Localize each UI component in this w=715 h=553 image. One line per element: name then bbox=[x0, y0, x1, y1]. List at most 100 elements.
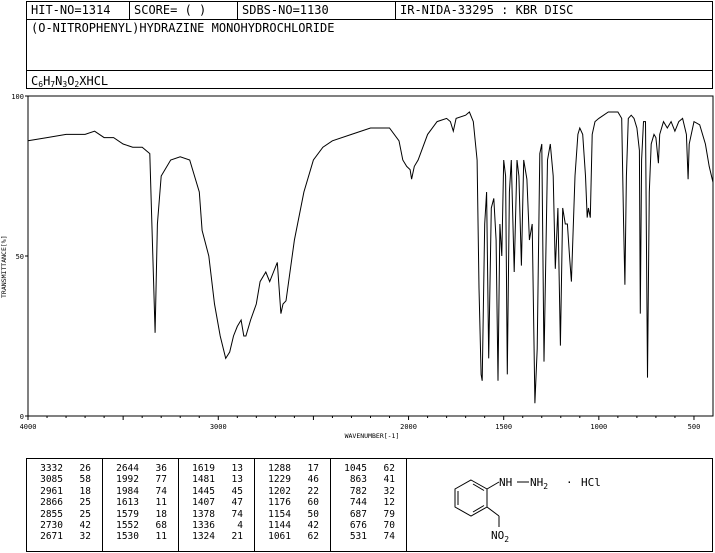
peak-row: 531 74 bbox=[339, 531, 402, 542]
peak-wavenumber: 1481 bbox=[192, 474, 215, 486]
peak-row: 2644 36 bbox=[111, 463, 174, 474]
peak-transmittance: 62 bbox=[307, 531, 319, 543]
x-tick-label: 3000 bbox=[210, 423, 227, 431]
x-tick-label: 1000 bbox=[590, 423, 607, 431]
hcl-label: HCl bbox=[581, 476, 601, 489]
peak-row: 1613 11 bbox=[111, 497, 174, 508]
peak-transmittance: 18 bbox=[155, 508, 167, 520]
peak-wavenumber: 863 bbox=[349, 474, 367, 486]
peak-row: 1445 45 bbox=[187, 486, 250, 497]
peak-row: 1229 46 bbox=[263, 474, 326, 485]
peak-transmittance: 79 bbox=[383, 508, 395, 520]
peak-wavenumber: 1378 bbox=[192, 508, 215, 520]
peak-wavenumber: 1992 bbox=[116, 474, 139, 486]
peak-wavenumber: 2855 bbox=[40, 508, 63, 520]
peak-wavenumber: 676 bbox=[349, 520, 367, 532]
peak-transmittance: 42 bbox=[307, 520, 319, 532]
peak-transmittance: 25 bbox=[79, 497, 91, 509]
chemical-structure: NH NH2 · HCl NO2 bbox=[454, 476, 601, 544]
nh2-label: NH2 bbox=[530, 476, 548, 491]
peak-wavenumber: 1176 bbox=[268, 497, 291, 509]
peak-wavenumber: 1445 bbox=[192, 485, 215, 497]
peak-row: 1552 68 bbox=[111, 520, 174, 531]
peak-wavenumber: 1984 bbox=[116, 485, 139, 497]
peak-row: 2671 32 bbox=[35, 531, 98, 542]
peak-row: 2961 18 bbox=[35, 486, 98, 497]
peak-wavenumber: 687 bbox=[349, 508, 367, 520]
peak-row: 1288 17 bbox=[263, 463, 326, 474]
peak-wavenumber: 744 bbox=[349, 497, 367, 509]
no2-bond bbox=[486, 506, 500, 517]
y-axis-ticks: 0 50 100 bbox=[11, 93, 28, 421]
peak-row: 2866 25 bbox=[35, 497, 98, 508]
x-tick-label: 4000 bbox=[20, 423, 37, 431]
peak-transmittance: 11 bbox=[155, 497, 167, 509]
peak-row: 676 70 bbox=[339, 520, 402, 531]
score: SCORE= ( ) bbox=[129, 2, 237, 19]
dot-separator: · bbox=[566, 476, 573, 489]
sdbs-number: SDBS-NO=1130 bbox=[237, 2, 395, 19]
peak-wavenumber: 782 bbox=[349, 485, 367, 497]
peak-row: 1530 11 bbox=[111, 531, 174, 542]
ir-nida-id: IR-NIDA-33295 : KBR DISC bbox=[395, 2, 712, 19]
peak-row: 1619 13 bbox=[187, 463, 250, 474]
peak-wavenumber: 1202 bbox=[268, 485, 291, 497]
peak-transmittance: 46 bbox=[307, 474, 319, 486]
peak-transmittance: 74 bbox=[231, 508, 243, 520]
peak-transmittance: 68 bbox=[155, 520, 167, 532]
peak-transmittance: 74 bbox=[155, 485, 167, 497]
peak-column: 2644 36 1992 77 1984 74 1613 11 1579 18 1552 68 1530… bbox=[103, 459, 179, 551]
peak-transmittance: 60 bbox=[307, 497, 319, 509]
peak-wavenumber: 2671 bbox=[40, 531, 63, 543]
y-tick-label: 50 bbox=[16, 253, 24, 261]
peak-transmittance: 47 bbox=[231, 497, 243, 509]
peak-row: 1407 47 bbox=[187, 497, 250, 508]
peak-transmittance: 32 bbox=[79, 531, 91, 543]
peak-wavenumber: 3332 bbox=[40, 463, 63, 474]
peak-wavenumber: 1579 bbox=[116, 508, 139, 520]
peak-row: 3332 26 bbox=[35, 463, 98, 474]
peak-column: 1288 17 1229 46 1202 22 1176 60 1154 50 1144 42 1061… bbox=[255, 459, 331, 551]
peak-wavenumber: 1061 bbox=[268, 531, 291, 543]
peak-row: 744 12 bbox=[339, 497, 402, 508]
peak-row: 1061 62 bbox=[263, 531, 326, 542]
peak-transmittance: 36 bbox=[155, 463, 167, 474]
x-axis-label: WAVENUMBER[-1] bbox=[345, 432, 400, 440]
peak-transmittance: 26 bbox=[79, 463, 91, 474]
peak-row: 1992 77 bbox=[111, 474, 174, 485]
peak-transmittance: 50 bbox=[307, 508, 319, 520]
peak-transmittance: 42 bbox=[79, 520, 91, 532]
x-tick-label: 1500 bbox=[495, 423, 512, 431]
peak-wavenumber: 2730 bbox=[40, 520, 63, 532]
peak-wavenumber: 1407 bbox=[192, 497, 215, 509]
peak-wavenumber: 1552 bbox=[116, 520, 139, 532]
peak-wavenumber: 3085 bbox=[40, 474, 63, 486]
peak-row: 863 41 bbox=[339, 474, 402, 485]
peak-wavenumber: 2961 bbox=[40, 485, 63, 497]
peak-transmittance: 62 bbox=[383, 463, 395, 474]
peak-wavenumber: 1144 bbox=[268, 520, 291, 532]
peak-transmittance: 32 bbox=[383, 485, 395, 497]
peak-wavenumber: 531 bbox=[349, 531, 367, 543]
peak-row: 3085 58 bbox=[35, 474, 98, 485]
spectrum-header: HIT-NO=1314 SCORE= ( ) SDBS-NO=1130 IR-N… bbox=[26, 1, 713, 89]
peak-wavenumber: 1045 bbox=[344, 463, 367, 474]
plot-frame bbox=[27, 95, 714, 417]
peak-row: 1154 50 bbox=[263, 509, 326, 520]
peak-transmittance: 45 bbox=[231, 485, 243, 497]
peak-row: 1336 4 bbox=[187, 520, 250, 531]
peak-row: 1324 21 bbox=[187, 531, 250, 542]
peak-table: 3332 26 3085 58 2961 18 2866 25 2855 25 2730 42 2671… bbox=[27, 459, 407, 551]
y-tick-label: 0 bbox=[20, 413, 24, 421]
peak-row: 1045 62 bbox=[339, 463, 402, 474]
peak-wavenumber: 2866 bbox=[40, 497, 63, 509]
peak-transmittance: 77 bbox=[155, 474, 167, 486]
peak-row: 1378 74 bbox=[187, 509, 250, 520]
peak-row: 1984 74 bbox=[111, 486, 174, 497]
peak-wavenumber: 1288 bbox=[268, 463, 291, 474]
x-axis-ticks: 4000 3000 2000 1500 1000 500 bbox=[20, 416, 700, 431]
peak-wavenumber: 1229 bbox=[268, 474, 291, 486]
no2-label: NO2 bbox=[491, 529, 509, 544]
peak-transmittance: 4 bbox=[237, 520, 243, 532]
peak-wavenumber: 1530 bbox=[116, 531, 139, 543]
